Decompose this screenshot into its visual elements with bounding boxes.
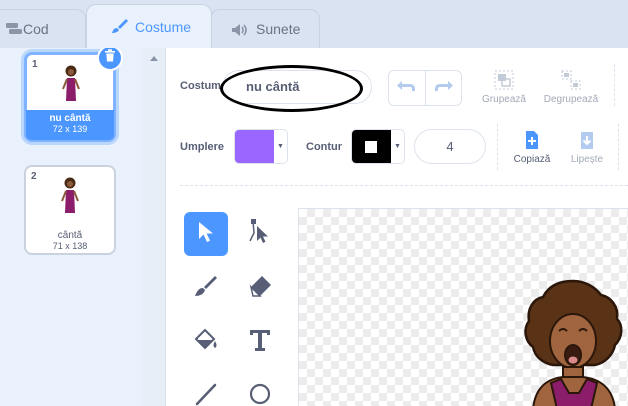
brush-tool[interactable] [184, 266, 228, 310]
copy-icon [522, 130, 542, 150]
chevron-down-icon: ▼ [394, 143, 401, 150]
costume-list-scrollbar[interactable] [143, 48, 166, 406]
paste-icon [577, 130, 597, 150]
ungroup-label: Degrupează [543, 94, 599, 105]
copy-label: Copiază [513, 154, 551, 165]
costume-name-label: Costum [180, 80, 221, 92]
line-tool-icon [194, 382, 218, 406]
toolbar-divider [614, 64, 615, 106]
redo-icon [433, 79, 454, 98]
line-tool[interactable] [184, 374, 228, 406]
group-label: Grupează [482, 94, 526, 105]
speaker-icon [231, 23, 249, 40]
group-icon [494, 70, 514, 90]
select-tool-icon [197, 221, 215, 248]
brush-tool-icon [194, 274, 218, 303]
text-tool[interactable] [238, 320, 282, 364]
tab-costumes[interactable]: Costume [86, 4, 212, 48]
code-blocks-icon [5, 22, 23, 39]
toolbar-divider [618, 124, 619, 170]
circle-tool[interactable] [238, 374, 282, 406]
chevron-down-icon: ▼ [277, 143, 284, 150]
text-tool-icon [249, 328, 271, 357]
outline-label: Contur [306, 141, 343, 153]
costume-label: cântă 71 x 138 [26, 227, 114, 251]
fill-color-swatch [235, 130, 274, 163]
costume-list: 1 nu cântă 72 x 139 2 cântă 71 x 138 [0, 45, 143, 406]
toolbar-divider [497, 124, 498, 170]
tab-code[interactable]: Cod [0, 9, 86, 48]
tab-sounds-label: Sunete [256, 21, 301, 37]
ungroup-button[interactable]: Degrupează [538, 70, 604, 105]
costume-size: 72 x 139 [52, 124, 88, 134]
fill-tool-icon [193, 328, 219, 357]
outline-width-input[interactable]: 4 [414, 129, 486, 164]
tab-costumes-label: Costume [135, 18, 192, 35]
fill-label: Umplere [180, 141, 225, 153]
outline-color-picker[interactable]: ▼ [351, 129, 405, 164]
reshape-tool[interactable] [238, 212, 282, 256]
undo-redo-group [388, 70, 462, 106]
reshape-tool-icon [248, 218, 272, 250]
select-tool[interactable] [184, 212, 228, 256]
costume-thumbnail [60, 177, 80, 220]
group-button[interactable]: Grupează [476, 70, 532, 105]
costume-size: 71 x 138 [52, 241, 88, 251]
costume-card-2[interactable]: 2 cântă 71 x 138 [24, 165, 116, 255]
hand-drawn-circle-annotation [220, 65, 363, 112]
eraser-tool[interactable] [238, 266, 282, 310]
trash-icon [104, 49, 116, 67]
undo-button[interactable] [389, 71, 425, 105]
redo-button[interactable] [424, 71, 462, 105]
editor-tabs: Cod Costume Sunete [0, 0, 628, 48]
fill-tool[interactable] [184, 320, 228, 364]
undo-icon [396, 79, 417, 98]
costume-label: nu cântă 72 x 139 [26, 110, 114, 140]
scroll-up-arrow-icon[interactable] [150, 56, 158, 61]
costume-card-1[interactable]: 1 nu cântă 72 x 139 [24, 45, 123, 142]
delete-costume-button[interactable] [97, 45, 123, 71]
paste-label: Lipește [570, 154, 604, 165]
costume-name: nu cântă [49, 113, 91, 124]
outline-color-swatch [352, 130, 391, 163]
paste-button[interactable]: Lipește [562, 130, 612, 165]
tab-code-label: Cod [23, 21, 49, 37]
costume-number: 1 [32, 59, 38, 70]
tab-sounds[interactable]: Sunete [210, 9, 320, 48]
paintbrush-icon [111, 18, 129, 37]
costume-name: cântă [57, 230, 83, 241]
drawing-canvas[interactable] [298, 208, 628, 406]
costume-character-image [517, 279, 628, 406]
fill-color-picker[interactable]: ▼ [234, 129, 288, 164]
copy-button[interactable]: Copiază [506, 130, 558, 165]
ungroup-icon [561, 70, 581, 90]
costume-number: 2 [31, 171, 37, 182]
toolbar-separator [180, 185, 628, 186]
costume-thumbnail [61, 65, 81, 108]
eraser-tool-icon [248, 274, 272, 303]
paint-editor: Costum nu cântă Grupează Degrupează Umpl… [166, 48, 628, 406]
circle-tool-icon [248, 382, 272, 406]
